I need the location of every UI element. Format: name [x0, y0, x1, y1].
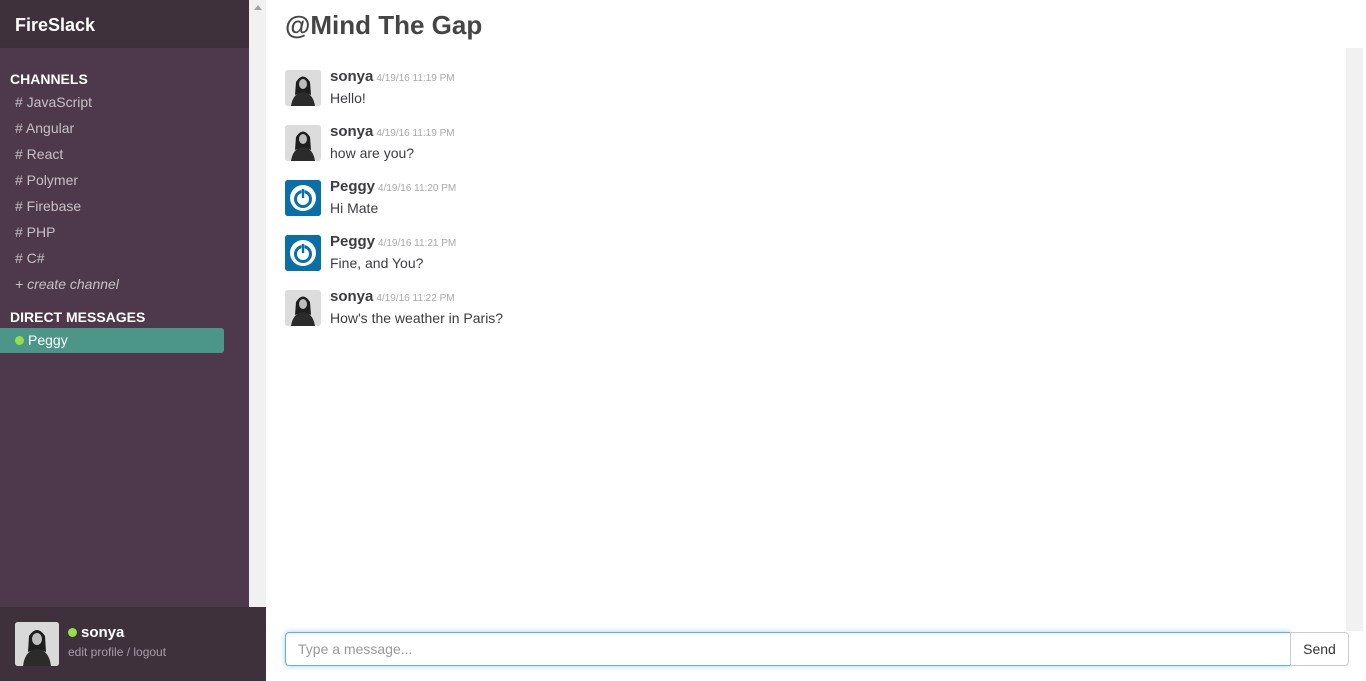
message-scrollbar[interactable]: [1346, 48, 1363, 631]
create-channel-link[interactable]: + create channel: [15, 276, 119, 292]
message-timestamp: 4/19/16 11:21 PM: [378, 238, 457, 249]
message-composer: Send: [285, 632, 1349, 666]
channel-javascript[interactable]: # JavaScript: [15, 94, 92, 110]
channel-angular[interactable]: # Angular: [15, 120, 74, 136]
author-name: Peggy: [330, 178, 376, 195]
sidebar: FireSlack CHANNELS # JavaScript # Angula…: [0, 0, 249, 607]
message-text: Hi Mate: [330, 200, 379, 216]
user-footer: sonya edit profile / logout: [0, 607, 266, 681]
conversation-title: @Mind The Gap: [285, 10, 483, 40]
avatar[interactable]: [285, 235, 321, 271]
channel-polymer[interactable]: # Polymer: [15, 172, 78, 188]
message-author[interactable]: sonya 4/19/16 11:19 PM: [330, 68, 455, 85]
avatar[interactable]: [285, 70, 321, 106]
message-text: Hello!: [330, 90, 366, 106]
message-text: How's the weather in Paris?: [330, 310, 504, 326]
message-list: sonya 4/19/16 11:19 PM Hello! sonya 4/19/1…: [266, 48, 1346, 631]
author-name: Peggy: [330, 233, 376, 250]
power-icon: [285, 180, 321, 216]
channels-heading: CHANNELS: [10, 71, 88, 87]
direct-messages-heading: DIRECT MESSAGES: [10, 309, 146, 325]
author-name: sonya: [330, 123, 374, 140]
channel-php[interactable]: # PHP: [15, 224, 55, 240]
message-text: Fine, and You?: [330, 255, 424, 271]
channel-firebase[interactable]: # Firebase: [15, 198, 81, 214]
avatar[interactable]: [285, 290, 321, 326]
app-window: FireSlack CHANNELS # JavaScript # Angula…: [0, 0, 1366, 681]
dm-item-peggy[interactable]: Peggy: [0, 328, 224, 353]
message-timestamp: 4/19/16 11:20 PM: [378, 183, 457, 194]
send-button[interactable]: Send: [1290, 632, 1349, 666]
message-author[interactable]: sonya 4/19/16 11:22 PM: [330, 288, 455, 305]
sidebar-scrollbar[interactable]: [249, 0, 266, 607]
message-timestamp: 4/19/16 11:22 PM: [376, 293, 455, 304]
online-status-icon: [68, 628, 77, 637]
channel-csharp[interactable]: # C#: [15, 250, 45, 266]
dm-item-label: Peggy: [28, 332, 68, 348]
channel-react[interactable]: # React: [15, 146, 63, 162]
avatar[interactable]: [285, 180, 321, 216]
message-timestamp: 4/19/16 11:19 PM: [376, 128, 455, 139]
profile-logout-links[interactable]: edit profile / logout: [68, 645, 166, 659]
user-name-label: sonya: [81, 624, 125, 641]
message-input[interactable]: [285, 632, 1291, 666]
user-avatar[interactable]: [15, 622, 59, 666]
online-status-icon: [15, 336, 24, 345]
message-author[interactable]: Peggy 4/19/16 11:20 PM: [330, 178, 456, 195]
user-name: sonya: [68, 624, 124, 641]
message-text: how are you?: [330, 145, 415, 161]
message-timestamp: 4/19/16 11:19 PM: [376, 73, 455, 84]
brand-title[interactable]: FireSlack: [0, 0, 249, 48]
power-icon: [285, 235, 321, 271]
avatar[interactable]: [285, 125, 321, 161]
message-author[interactable]: sonya 4/19/16 11:19 PM: [330, 123, 455, 140]
author-name: sonya: [330, 288, 374, 305]
message-author[interactable]: Peggy 4/19/16 11:21 PM: [330, 233, 456, 250]
scroll-up-arrow-icon[interactable]: [254, 5, 262, 10]
author-name: sonya: [330, 68, 374, 85]
